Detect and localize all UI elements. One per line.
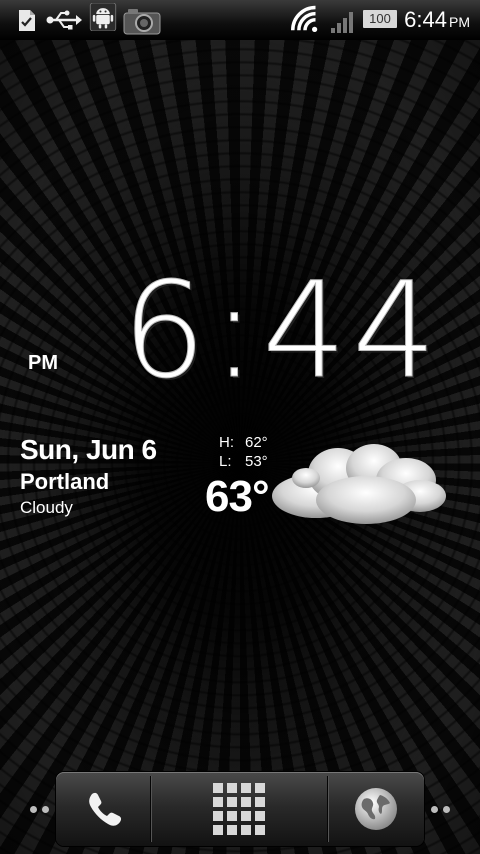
- weather-low: L: 53°: [219, 453, 268, 470]
- app-drawer-button[interactable]: [151, 772, 327, 846]
- camera-icon: [123, 9, 161, 35]
- status-bar[interactable]: 100 6:44 PM: [0, 0, 480, 40]
- browser-button[interactable]: [328, 772, 424, 846]
- weather-city[interactable]: Portland: [20, 469, 109, 495]
- page-indicator-left: [30, 806, 49, 813]
- weather-date: Sun, Jun 6: [20, 434, 157, 465]
- dock: [56, 772, 424, 846]
- clock-ampm: PM: [28, 352, 58, 374]
- weather-high-value: 62°: [245, 434, 268, 451]
- weather-high: H: 62°: [219, 434, 268, 451]
- wifi-icon: [291, 5, 318, 32]
- phone-icon: [89, 792, 122, 826]
- weather-current-temp: 63°: [205, 472, 270, 521]
- status-ampm: PM: [449, 14, 470, 30]
- weather-high-label: H:: [219, 434, 234, 451]
- usb-icon: [46, 10, 82, 30]
- status-time-value: 6:44: [404, 7, 447, 32]
- cloud-icon[interactable]: [266, 432, 450, 530]
- app-drawer-icon: [213, 783, 265, 835]
- page-indicator-right: [431, 806, 450, 813]
- android-debug-icon: [89, 3, 117, 31]
- battery-indicator: 100: [363, 10, 397, 28]
- clock-time[interactable]: 6:44: [121, 265, 442, 398]
- weather-condition: Cloudy: [20, 498, 73, 517]
- phone-button[interactable]: [56, 772, 150, 846]
- signal-icon: [331, 12, 353, 33]
- status-time: 6:44 PM: [404, 7, 470, 33]
- weather-low-value: 53°: [245, 453, 268, 470]
- task-icon: [19, 10, 35, 31]
- weather-low-label: L:: [219, 453, 232, 470]
- browser-globe-icon: [355, 788, 397, 830]
